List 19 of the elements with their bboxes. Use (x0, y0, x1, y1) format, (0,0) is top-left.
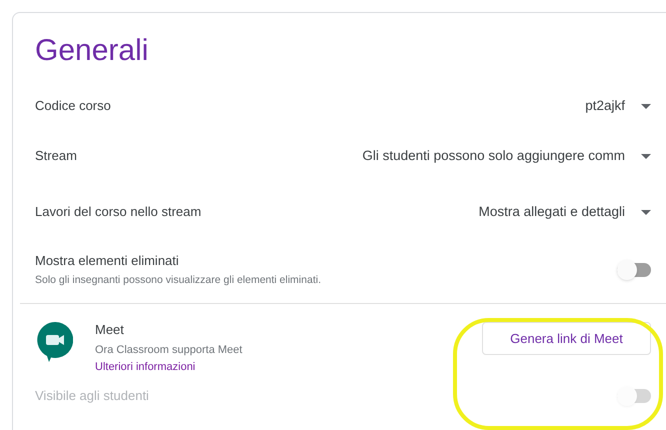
setting-label: Codice corso (35, 97, 111, 116)
caret-icon (641, 104, 651, 108)
generate-meet-link-button[interactable]: Genera link di Meet (482, 322, 651, 355)
setting-label: Mostra elementi eliminati (35, 252, 179, 270)
setting-description: Solo gli insegnanti possono visualizzare gli elementi eliminati. (35, 272, 321, 288)
caret-icon (641, 210, 651, 214)
dropdown[interactable]: pt2ajkf (585, 96, 651, 116)
setting-label: Lavori del corso nello stream (35, 203, 202, 222)
dropdown[interactable]: Gli studenti possono solo aggiungere comm (362, 146, 651, 166)
video-camera-icon (37, 322, 73, 362)
caret-icon (641, 154, 651, 158)
setting-label: Stream (35, 147, 77, 166)
setting-label: Visibile agli studenti (35, 386, 149, 405)
section-title: Generali (35, 33, 148, 69)
dropdown[interactable]: Mostra allegati e dettagli (478, 202, 651, 222)
meet-description: Ora Classroom supporta Meet (95, 342, 242, 358)
learn-more-link[interactable]: Ulteriori informazioni (95, 359, 196, 376)
toggle-switch[interactable] (617, 260, 651, 280)
meet-title: Meet (95, 321, 124, 339)
